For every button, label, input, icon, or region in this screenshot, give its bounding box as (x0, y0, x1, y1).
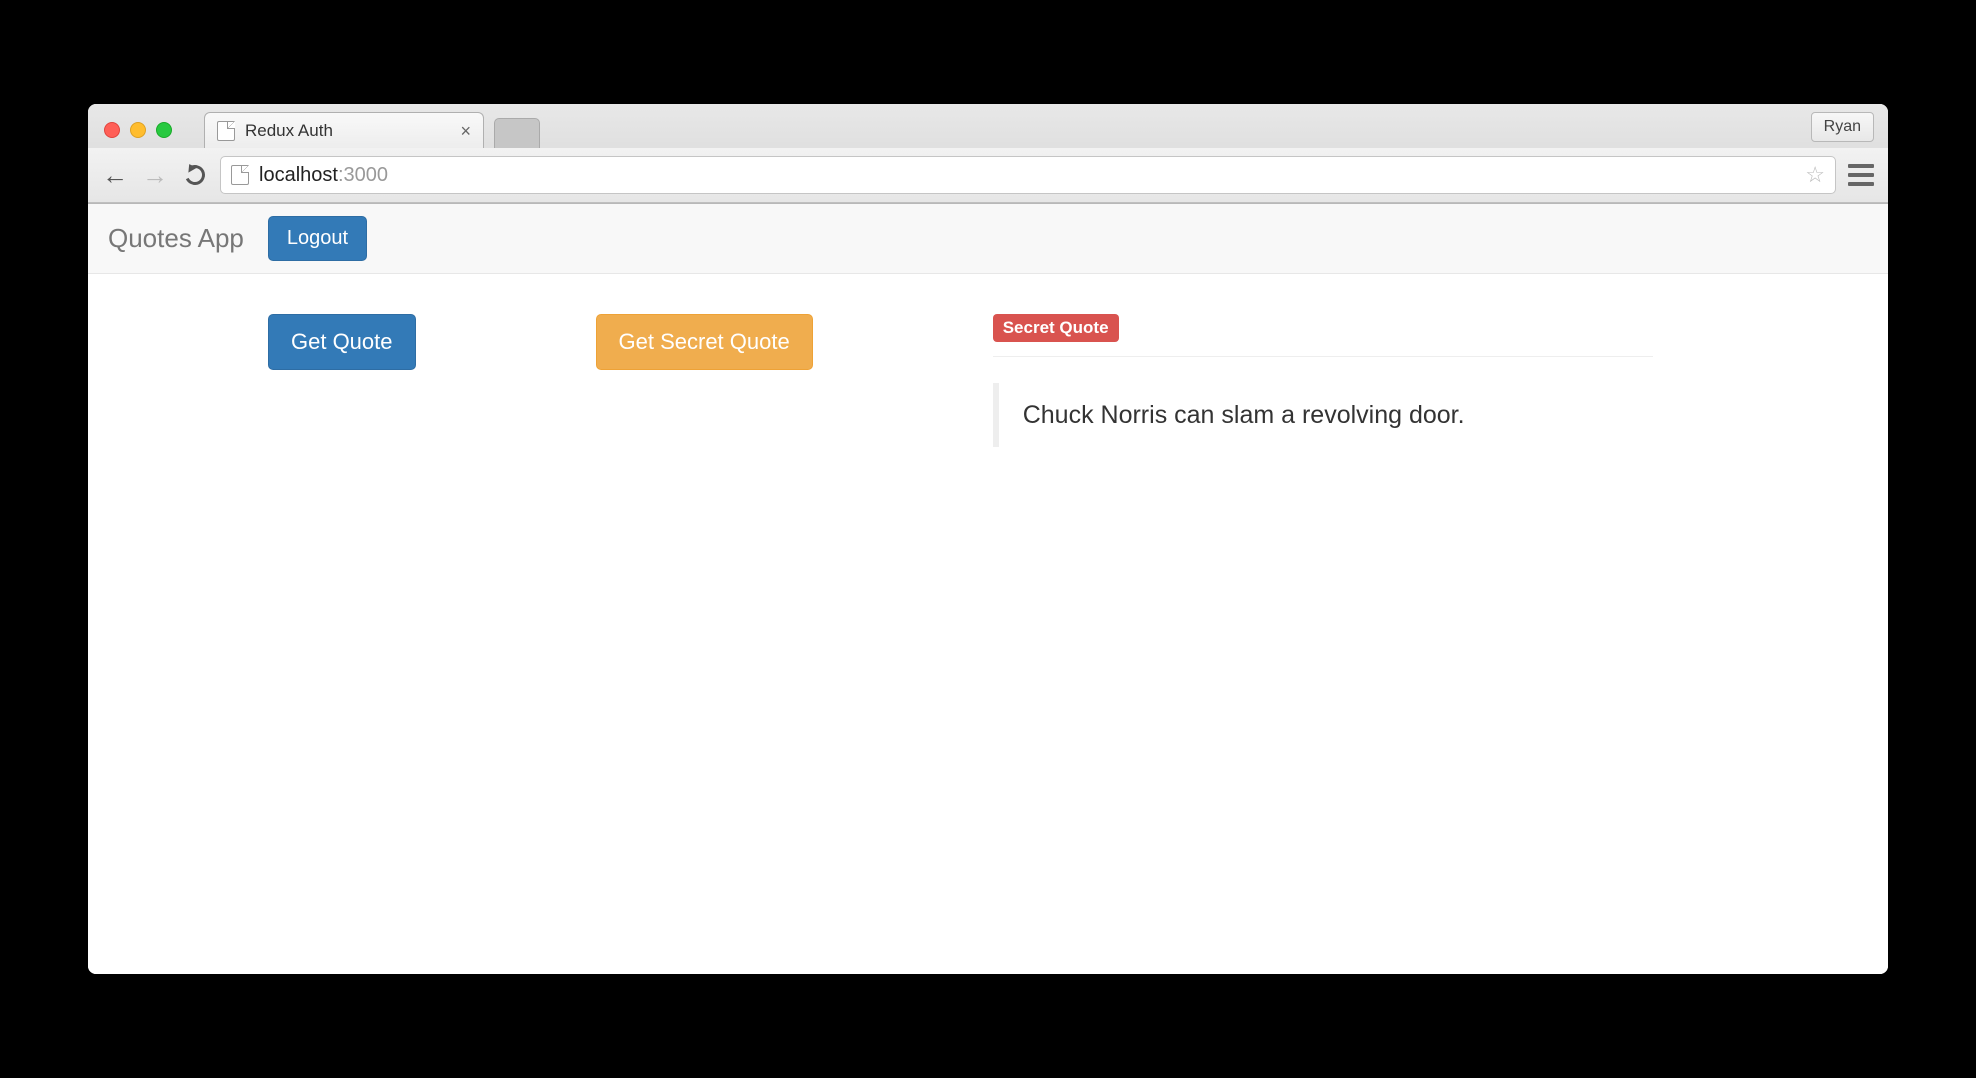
arrow-left-icon: ← (102, 162, 128, 188)
minimize-window-button[interactable] (130, 122, 146, 138)
tab-title: Redux Auth (245, 121, 333, 141)
app-navbar: Quotes App Logout (88, 204, 1888, 274)
quote-text: Chuck Norris can slam a revolving door. (993, 383, 1653, 447)
file-icon (231, 165, 249, 185)
maximize-window-button[interactable] (156, 122, 172, 138)
window-controls (102, 122, 178, 148)
menu-button[interactable] (1846, 164, 1876, 186)
browser-chrome: Redux Auth × Ryan ← → localhost:3000 ☆ (88, 104, 1888, 204)
browser-tab-active[interactable]: Redux Auth × (204, 112, 484, 148)
profile-button[interactable]: Ryan (1811, 112, 1874, 142)
browser-window: Redux Auth × Ryan ← → localhost:3000 ☆ Q… (88, 104, 1888, 974)
bookmark-star-icon[interactable]: ☆ (1805, 162, 1825, 188)
reload-button[interactable] (180, 160, 210, 190)
url-text: localhost:3000 (259, 164, 388, 187)
address-bar[interactable]: localhost:3000 ☆ (220, 156, 1836, 194)
back-button[interactable]: ← (100, 160, 130, 190)
hamburger-bar (1848, 182, 1874, 186)
secret-quote-badge: Secret Quote (993, 314, 1119, 342)
hamburger-bar (1848, 164, 1874, 168)
close-window-button[interactable] (104, 122, 120, 138)
logout-button[interactable]: Logout (268, 216, 367, 261)
content-area: Get Quote Get Secret Quote Secret Quote … (88, 274, 1888, 974)
new-tab-button[interactable] (494, 118, 540, 148)
quote-panel: Secret Quote Chuck Norris can slam a rev… (993, 314, 1653, 447)
url-host: localhost (259, 164, 338, 186)
get-quote-button[interactable]: Get Quote (268, 314, 416, 370)
hamburger-bar (1848, 173, 1874, 177)
divider (993, 356, 1653, 357)
arrow-right-icon: → (142, 162, 168, 188)
close-tab-icon[interactable]: × (460, 122, 471, 140)
tab-strip: Redux Auth × Ryan (88, 104, 1888, 148)
get-secret-quote-button[interactable]: Get Secret Quote (596, 314, 813, 370)
url-port: :3000 (338, 164, 388, 186)
browser-toolbar: ← → localhost:3000 ☆ (88, 148, 1888, 203)
forward-button[interactable]: → (140, 160, 170, 190)
file-icon (217, 121, 235, 141)
content-row: Get Quote Get Secret Quote Secret Quote … (268, 314, 1828, 447)
app-brand: Quotes App (108, 223, 244, 254)
reload-icon (182, 162, 208, 188)
